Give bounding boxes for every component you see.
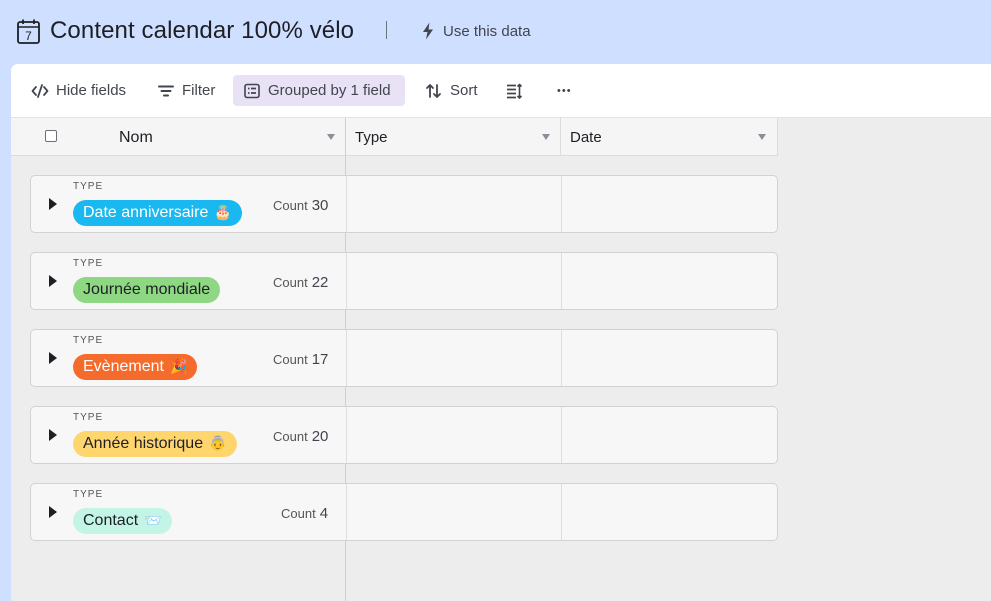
- group-row[interactable]: TYPE Evènement 🎉 Count 17: [30, 329, 778, 387]
- more-dots-icon: •••: [557, 84, 572, 97]
- sort-label: Sort: [450, 82, 478, 99]
- base-title[interactable]: Content calendar 100% vélo: [50, 17, 354, 45]
- group-divider: [561, 484, 562, 540]
- hide-fields-label: Hide fields: [56, 82, 127, 99]
- use-this-data-button[interactable]: Use this data: [421, 20, 531, 42]
- base-header: 7 Content calendar 100% vélo Use this da…: [0, 0, 991, 64]
- group-divider: [561, 407, 562, 463]
- group-count: Count 22: [273, 274, 328, 291]
- lightning-icon: [423, 22, 433, 40]
- group-divider: [346, 253, 347, 309]
- header-divider: [386, 21, 387, 39]
- filter-button[interactable]: Filter: [151, 75, 221, 106]
- group-icon: [244, 83, 260, 98]
- group-button[interactable]: Grouped by 1 field: [233, 75, 405, 106]
- group-count-label: Count: [273, 429, 308, 444]
- group-divider: [346, 407, 347, 463]
- group-field-label: TYPE: [73, 412, 104, 423]
- group-count-value: 22: [311, 274, 329, 291]
- column-date-caret-icon[interactable]: [758, 134, 766, 140]
- group-field-label: TYPE: [73, 489, 104, 500]
- calendar-icon: 7: [17, 19, 40, 44]
- column-type-caret-icon[interactable]: [542, 134, 550, 140]
- group-divider: [561, 330, 562, 386]
- select-all-checkbox[interactable]: [45, 130, 57, 142]
- group-count-value: 4: [319, 505, 329, 522]
- group-count-label: Count: [273, 352, 308, 367]
- group-value-text: Evènement: [83, 358, 164, 375]
- use-this-data-label: Use this data: [443, 22, 531, 40]
- group-count-label: Count: [273, 275, 308, 290]
- filter-label: Filter: [182, 82, 216, 99]
- hide-fields-icon: [31, 83, 49, 98]
- group-value-text: Année historique: [83, 435, 204, 452]
- group-value-pill: Date anniversaire 🎂: [73, 200, 242, 226]
- group-count: Count 30: [273, 197, 328, 214]
- group-label: Grouped by 1 field: [268, 82, 391, 99]
- cake-emoji-icon: 🎂: [214, 205, 232, 221]
- group-value-pill: Contact 📨: [73, 508, 172, 534]
- group-count-label: Count: [281, 506, 316, 521]
- group-field-label: TYPE: [73, 335, 104, 346]
- group-divider: [561, 253, 562, 309]
- grouped-records-area: TYPE Date anniversaire 🎂 Count 30 TYPE Jo…: [11, 156, 991, 601]
- group-divider: [346, 176, 347, 232]
- primary-column-header: Nom: [11, 118, 346, 156]
- calendar-icon-day: 7: [25, 29, 32, 43]
- envelope-emoji-icon: 📨: [144, 513, 162, 529]
- expand-triangle-icon[interactable]: [49, 506, 57, 518]
- group-count-value: 17: [311, 351, 329, 368]
- sort-button[interactable]: Sort: [419, 75, 484, 106]
- sort-icon: [426, 83, 441, 98]
- hide-fields-button[interactable]: Hide fields: [25, 75, 132, 106]
- column-date-label: Date: [570, 129, 602, 146]
- filter-icon: [158, 85, 174, 96]
- group-value-text: Journée mondiale: [83, 281, 211, 298]
- group-count-label: Count: [273, 198, 308, 213]
- column-header-row: Nom Type Date: [11, 118, 991, 156]
- row-height-button[interactable]: [499, 75, 529, 106]
- grid-panel: Hide fields Filter Grouped by 1 field So…: [11, 64, 991, 601]
- group-row[interactable]: TYPE Année historique 👵 Count 20: [30, 406, 778, 464]
- row-height-icon: [507, 83, 523, 99]
- group-field-label: TYPE: [73, 258, 104, 269]
- group-divider: [561, 176, 562, 232]
- group-value-pill: Année historique 👵: [73, 431, 237, 457]
- view-toolbar: Hide fields Filter Grouped by 1 field So…: [11, 64, 991, 118]
- more-options-button[interactable]: •••: [551, 75, 578, 106]
- group-value-text: Contact: [83, 512, 139, 529]
- old-woman-emoji-icon: 👵: [209, 436, 227, 452]
- column-date-header[interactable]: Date: [561, 118, 778, 156]
- column-type-label: Type: [355, 129, 388, 146]
- column-nom-label[interactable]: Nom: [119, 129, 153, 147]
- group-row[interactable]: TYPE Date anniversaire 🎂 Count 30: [30, 175, 778, 233]
- column-nom-caret-icon[interactable]: [327, 134, 335, 140]
- column-type-header[interactable]: Type: [346, 118, 561, 156]
- group-count: Count 17: [273, 351, 328, 368]
- group-value-pill: Journée mondiale: [73, 277, 221, 303]
- group-value-text: Date anniversaire: [83, 204, 209, 221]
- expand-triangle-icon[interactable]: [49, 198, 57, 210]
- group-row[interactable]: TYPE Journée mondiale Count 22: [30, 252, 778, 310]
- group-count: Count 4: [281, 505, 328, 522]
- group-row[interactable]: TYPE Contact 📨 Count 4: [30, 483, 778, 541]
- group-divider: [346, 330, 347, 386]
- group-divider: [346, 484, 347, 540]
- group-field-label: TYPE: [73, 181, 104, 192]
- expand-triangle-icon[interactable]: [49, 275, 57, 287]
- group-value-pill: Evènement 🎉: [73, 354, 198, 380]
- expand-triangle-icon[interactable]: [49, 352, 57, 364]
- party-emoji-icon: 🎉: [169, 359, 188, 375]
- expand-triangle-icon[interactable]: [49, 429, 57, 441]
- group-count: Count 20: [273, 428, 328, 445]
- group-count-value: 30: [311, 197, 329, 214]
- group-count-value: 20: [311, 428, 329, 445]
